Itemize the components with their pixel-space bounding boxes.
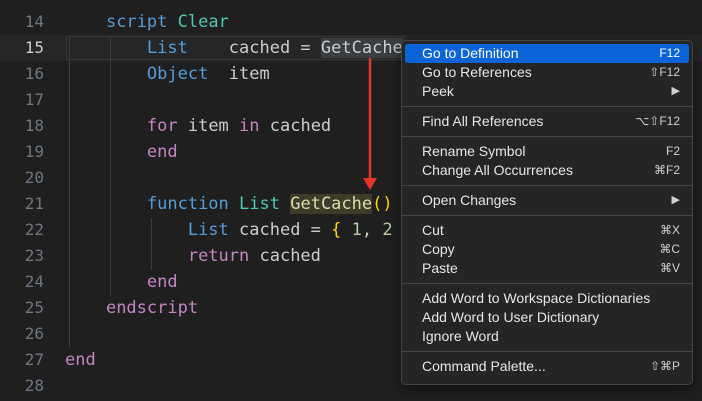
menu-item-peek[interactable]: Peek ▶ xyxy=(402,82,692,101)
menu-item-shortcut: ⇧F12 xyxy=(649,65,680,79)
menu-item-shortcut: ⌘V xyxy=(659,261,680,275)
menu-separator xyxy=(402,283,692,284)
menu-separator xyxy=(402,351,692,352)
menu-item-label: Cut xyxy=(422,222,444,238)
menu-item-shortcut: ⌘F2 xyxy=(653,163,680,177)
menu-item-label: Find All References xyxy=(422,113,544,129)
menu-item-shortcut: ⌘X xyxy=(659,223,680,237)
menu-item-label: Change All Occurrences xyxy=(422,162,573,178)
menu-separator xyxy=(402,136,692,137)
menu-item-open-changes[interactable]: Open Changes ▶ xyxy=(402,191,692,210)
menu-separator xyxy=(402,185,692,186)
menu-item-shortcut: ⇧⌘P xyxy=(649,359,680,373)
menu-item-shortcut: ⌘C xyxy=(659,242,680,256)
menu-item-add-word-to-workspace-dictionaries[interactable]: Add Word to Workspace Dictionaries xyxy=(402,289,692,308)
menu-item-go-to-definition[interactable]: Go to Definition F12 xyxy=(405,44,689,63)
menu-item-label: Paste xyxy=(422,260,458,276)
submenu-arrow-icon: ▶ xyxy=(671,194,680,206)
menu-item-copy[interactable]: Copy ⌘C xyxy=(402,240,692,259)
menu-item-label: Go to Definition xyxy=(422,45,519,61)
menu-separator xyxy=(402,106,692,107)
menu-separator xyxy=(402,215,692,216)
menu-item-label: Add Word to User Dictionary xyxy=(422,309,600,325)
menu-item-command-palette[interactable]: Command Palette... ⇧⌘P xyxy=(402,357,692,376)
menu-item-find-all-references[interactable]: Find All References ⌥⇧F12 xyxy=(402,112,692,131)
menu-item-label: Copy xyxy=(422,241,455,257)
context-menu: Go to Definition F12 Go to References ⇧F12 P… xyxy=(401,40,693,385)
menu-item-label: Open Changes xyxy=(422,192,517,208)
menu-item-shortcut: ⌥⇧F12 xyxy=(635,114,680,128)
menu-item-label: Ignore Word xyxy=(422,328,499,344)
menu-item-label: Command Palette... xyxy=(422,358,546,374)
menu-item-label: Peek xyxy=(422,83,454,99)
menu-item-go-to-references[interactable]: Go to References ⇧F12 xyxy=(402,63,692,82)
submenu-arrow-icon: ▶ xyxy=(671,85,680,97)
menu-item-label: Add Word to Workspace Dictionaries xyxy=(422,290,651,306)
menu-item-ignore-word[interactable]: Ignore Word xyxy=(402,327,692,346)
menu-item-label: Go to References xyxy=(422,64,532,80)
menu-item-add-word-to-user-dictionary[interactable]: Add Word to User Dictionary xyxy=(402,308,692,327)
menu-item-label: Rename Symbol xyxy=(422,143,526,159)
menu-item-change-all-occurrences[interactable]: Change All Occurrences ⌘F2 xyxy=(402,161,692,180)
menu-item-rename-symbol[interactable]: Rename Symbol F2 xyxy=(402,142,692,161)
menu-item-shortcut: F12 xyxy=(659,46,680,60)
menu-item-paste[interactable]: Paste ⌘V xyxy=(402,259,692,278)
menu-item-shortcut: F2 xyxy=(665,144,680,158)
menu-item-cut[interactable]: Cut ⌘X xyxy=(402,221,692,240)
